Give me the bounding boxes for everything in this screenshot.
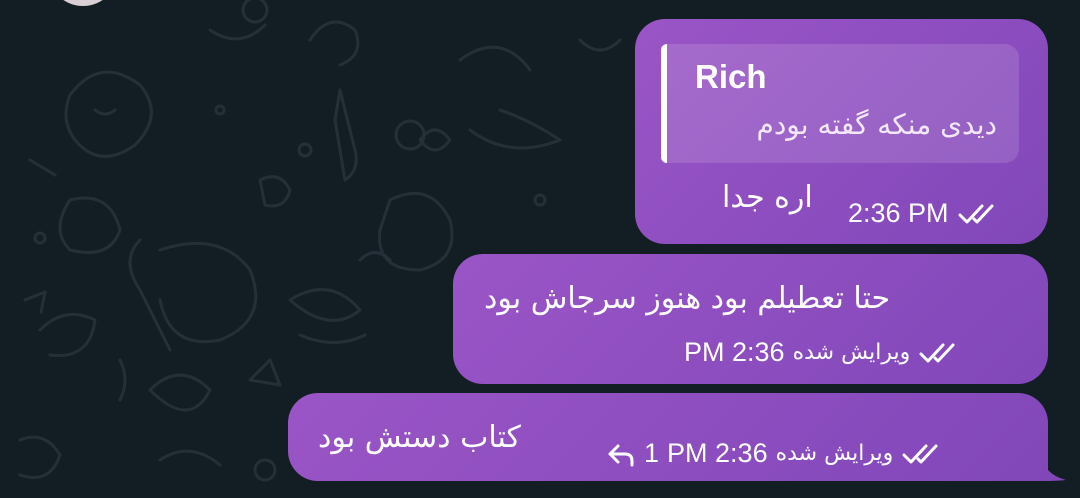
message-meta: 2:36 PM — [848, 198, 1001, 229]
reply-quote[interactable]: Rich دیدی منکه گفته بودم — [661, 44, 1019, 163]
double-check-icon — [919, 343, 955, 362]
message-time: PM 2:36 — [667, 438, 768, 468]
edited-label: ویرایش شده — [775, 441, 894, 466]
reply-count[interactable]: 1 — [644, 438, 659, 469]
message-text: حتا تعطیلم بود هنوز سرجاش بود — [484, 281, 891, 316]
edited-label: ویرایش شده — [792, 340, 911, 365]
reply-arrow-icon[interactable] — [606, 441, 636, 467]
bubble-tail — [1042, 456, 1066, 481]
double-check-icon — [958, 204, 994, 223]
reply-sender-name: Rich — [695, 58, 767, 95]
reply-quote-bar — [661, 44, 667, 163]
message-meta: PM 2:36 ویرایش شده — [684, 337, 962, 368]
double-check-icon — [902, 444, 938, 463]
message-time: PM 2:36 — [684, 337, 785, 367]
message-text: کتاب دستش بود — [318, 420, 521, 455]
message-text: اره جدا — [722, 180, 813, 215]
message-meta: 1 PM 2:36 ویرایش شده — [606, 438, 945, 469]
reply-quote-text: دیدی منکه گفته بودم — [756, 108, 997, 141]
message-time: 2:36 PM — [848, 198, 949, 228]
